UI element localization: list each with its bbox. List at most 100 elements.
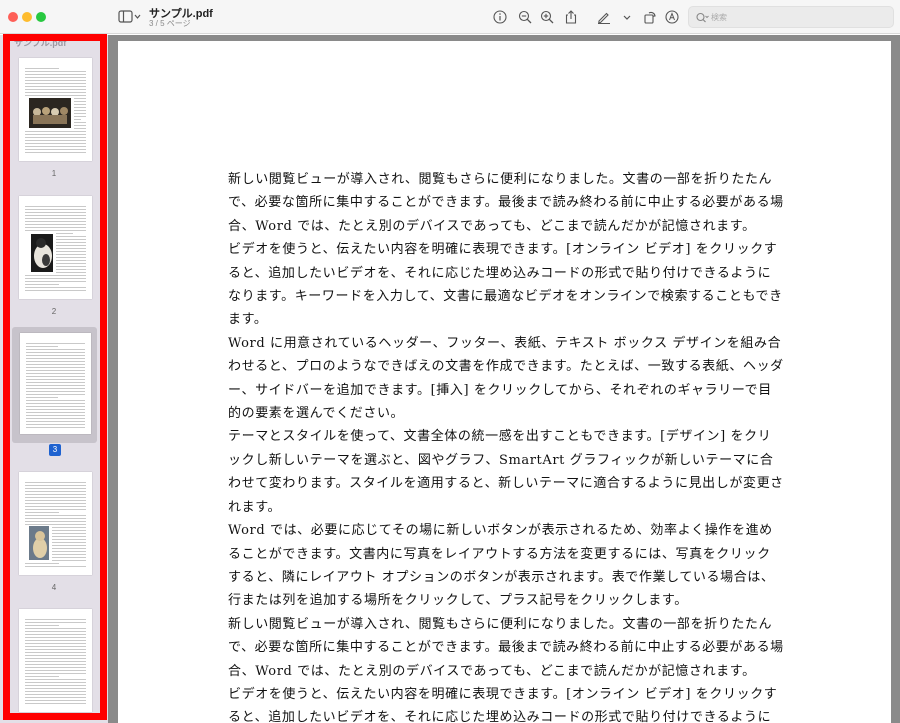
thumbnail-text-line xyxy=(74,110,86,111)
markup-pen-icon[interactable] xyxy=(596,9,612,25)
thumbnail-text-line xyxy=(25,625,59,626)
title-bar: サンプル.pdf 3 / 5 ページ 検索 xyxy=(0,0,900,34)
thumbnail-sidebar[interactable]: サンプル.pdf 1 2 3 4 xyxy=(0,35,108,723)
page-thumbnail-2[interactable] xyxy=(19,196,92,299)
thumbnail-text-line xyxy=(25,664,86,665)
annotate-icon[interactable] xyxy=(664,9,680,25)
paragraph: 新しい閲覧ビューが導入され、閲覧もさらに便利になりました。文書の一部を折りたたん… xyxy=(228,172,784,234)
thumbnail-text-line xyxy=(56,254,86,255)
thumbnail-text-line xyxy=(25,518,86,519)
search-field[interactable]: 検索 xyxy=(688,6,894,28)
thumbnail-text-line xyxy=(25,640,86,641)
thumbnail-text-line xyxy=(74,125,86,126)
thumbnail-text-line xyxy=(25,515,86,516)
thumbnail-text-line xyxy=(25,676,59,677)
paragraph: テーマとスタイルを使って、文書全体の統一感を出すこともできます。[デザイン] を… xyxy=(228,429,784,515)
thumbnail-text-line xyxy=(25,212,86,213)
page-thumbnail-5[interactable] xyxy=(19,609,92,712)
thumbnail-text-line xyxy=(25,700,86,701)
thumbnail-text-line xyxy=(25,697,86,698)
thumbnail-text-line xyxy=(25,673,86,674)
page-thumbnail-4[interactable] xyxy=(19,472,92,575)
thumbnail-text-line xyxy=(25,634,86,635)
thumbnail-text-line xyxy=(26,364,85,365)
thumbnail-text-line xyxy=(25,131,86,132)
thumbnail-text-line xyxy=(26,406,85,407)
thumbnail-text-line xyxy=(52,527,86,528)
thumbnail-text-line xyxy=(25,628,86,629)
thumbnail-text-line xyxy=(56,272,86,273)
thumbnail-text-line xyxy=(25,494,86,495)
thumbnail-text-line xyxy=(25,503,86,504)
page-thumbnail-3[interactable] xyxy=(20,333,91,434)
thumbnail-text-line xyxy=(25,230,86,231)
thumbnail-text-line xyxy=(25,566,86,567)
thumbnail-text-line xyxy=(52,539,86,540)
thumbnail-text-line xyxy=(25,521,86,522)
thumbnail-text-line xyxy=(25,655,86,656)
share-icon[interactable] xyxy=(563,9,579,25)
thumbnail-text-line xyxy=(25,661,86,662)
page-thumbnail-1[interactable] xyxy=(19,58,92,161)
thumbnail-text-line xyxy=(74,98,86,99)
thumbnail-photo-cats xyxy=(29,98,71,128)
sidebar-title: サンプル.pdf xyxy=(14,38,67,48)
thumbnail-text-line xyxy=(25,619,86,620)
thumbnail-text-line xyxy=(25,688,86,689)
thumbnail-text-line xyxy=(56,260,86,261)
thumbnail-text-line xyxy=(25,646,86,647)
thumbnail-text-line xyxy=(26,427,85,428)
thumbnail-text-line xyxy=(25,643,86,644)
thumbnail-text-line xyxy=(25,284,59,285)
thumbnail-text-line xyxy=(25,227,86,228)
thumbnail-text-line xyxy=(25,143,86,144)
thumbnail-text-line xyxy=(52,560,86,561)
page-text-body: 新しい閲覧ビューが導入され、閲覧もさらに便利になりました。文書の一部を折りたたん… xyxy=(228,168,784,723)
thumbnail-text-line xyxy=(74,116,86,117)
zoom-out-icon[interactable] xyxy=(517,9,533,25)
zoom-in-icon[interactable] xyxy=(539,9,555,25)
thumbnail-text-line xyxy=(25,95,86,96)
zoom-window-button[interactable] xyxy=(36,12,46,22)
sidebar-toggle-icon[interactable] xyxy=(118,9,142,25)
thumbnail-text-line xyxy=(74,113,86,114)
minimize-window-button[interactable] xyxy=(22,12,32,22)
page-number-1: 1 xyxy=(51,169,57,178)
thumbnail-text-line xyxy=(26,379,85,380)
thumbnail-text-line xyxy=(26,397,59,398)
thumbnail-text-line xyxy=(26,343,85,344)
thumbnail-text-line xyxy=(26,391,85,392)
thumbnail-text-line xyxy=(25,152,86,153)
paragraph: Word に用意されているヘッダー、フッター、表紙、テキスト ボックス デザイン… xyxy=(228,335,784,422)
thumbnail-text-line xyxy=(25,83,86,84)
paragraph: ビデオを使うと、伝えたい内容を明確に表現できます。[オンライン ビデオ] をクリ… xyxy=(228,686,778,723)
thumbnail-text-line xyxy=(52,545,86,546)
thumbnail-text-line xyxy=(25,497,86,498)
thumbnail-text-line xyxy=(26,400,85,401)
thumbnail-text-line xyxy=(56,239,86,240)
thumbnail-text-line xyxy=(26,409,85,410)
page-indicator: 3 / 5 ページ xyxy=(149,19,191,28)
thumbnail-text-line xyxy=(25,488,86,489)
thumbnail-text-line xyxy=(25,485,86,486)
info-icon[interactable] xyxy=(492,9,508,25)
thumbnail-text-line xyxy=(74,107,86,108)
thumbnail-text-line xyxy=(25,637,86,638)
thumbnail-text-line xyxy=(25,631,86,632)
thumbnail-text-line xyxy=(74,119,81,120)
thumbnail-text-line xyxy=(26,352,85,353)
thumbnail-text-line xyxy=(26,367,85,368)
thumbnail-photo-cat xyxy=(31,234,53,272)
thumbnail-text-line xyxy=(25,215,86,216)
thumbnail-text-line xyxy=(25,74,86,75)
thumbnail-text-line xyxy=(25,149,86,150)
chevron-down-icon[interactable] xyxy=(619,9,635,25)
thumbnail-text-line xyxy=(25,221,86,222)
thumbnail-text-line xyxy=(26,361,85,362)
thumbnail-text-line xyxy=(25,500,86,501)
thumbnail-text-line xyxy=(52,551,86,552)
rotate-icon[interactable] xyxy=(642,9,658,25)
thumbnail-photo-dog xyxy=(29,526,49,560)
close-window-button[interactable] xyxy=(8,12,18,22)
pdf-page[interactable]: 新しい閲覧ビューが導入され、閲覧もさらに便利になりました。文書の一部を折りたたん… xyxy=(118,41,891,723)
